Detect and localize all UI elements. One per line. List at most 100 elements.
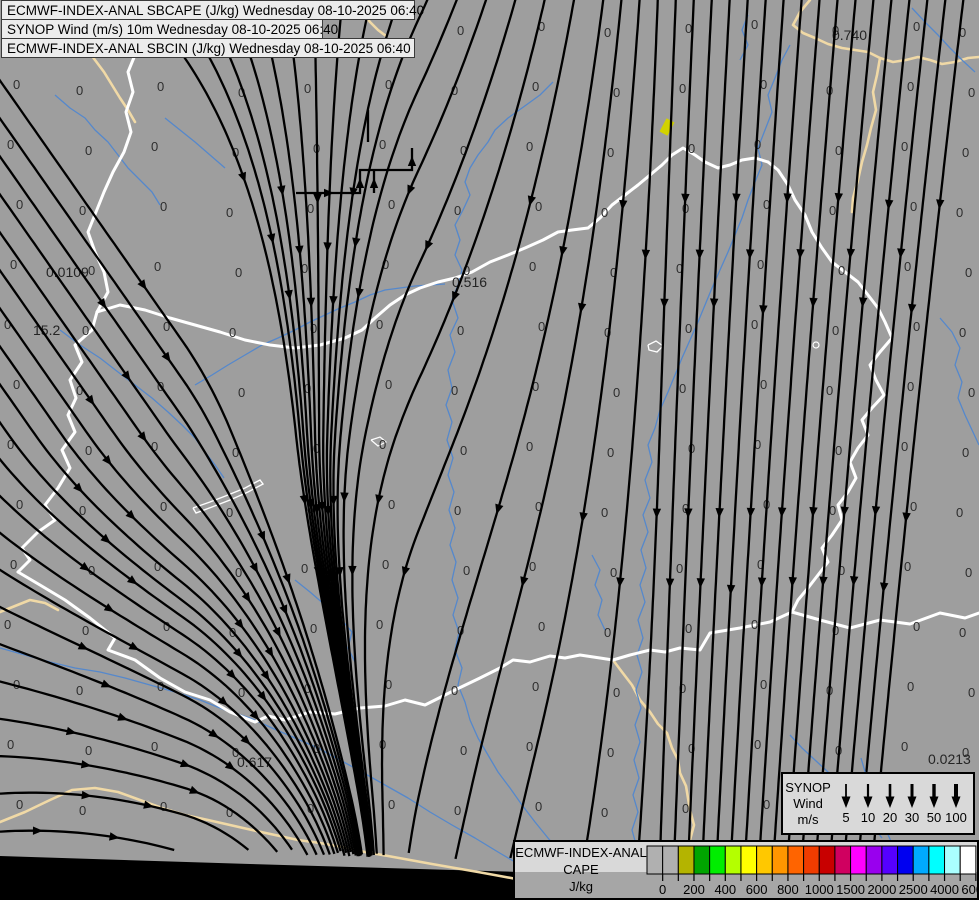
station-zero-label: 0: [607, 745, 614, 760]
station-zero-label: 0: [607, 445, 614, 460]
station-zero-label: 0: [676, 561, 683, 576]
station-zero-label: 0: [529, 559, 536, 574]
station-zero-label: 0: [956, 205, 963, 220]
station-zero-label: 0: [901, 439, 908, 454]
station-zero-label: 0: [538, 619, 545, 634]
cape-scale-cell: [959, 845, 977, 875]
station-zero-label: 0: [838, 263, 845, 278]
station-zero-label: 0: [310, 621, 317, 636]
wind-speed-item: 100: [945, 782, 967, 825]
station-zero-label: 0: [754, 737, 761, 752]
cape-scale-cell: [709, 845, 726, 875]
cape-scale-cell: [912, 845, 930, 875]
wind-speed-legend: SYNOP Wind m/s 5 10 20 30 50 100: [781, 772, 975, 835]
station-zero-label: 0: [904, 559, 911, 574]
cape-scale-cell: [881, 845, 899, 875]
station-zero-label: 0: [388, 197, 395, 212]
station-zero-label: 0: [376, 317, 383, 332]
station-zero-label: 0: [85, 743, 92, 758]
wind-arrow-icon: [929, 784, 939, 808]
station-zero-label: 0: [751, 617, 758, 632]
station-value-label: 0.0213: [928, 751, 971, 767]
station-zero-label: 0: [751, 317, 758, 332]
station-zero-label: 0: [460, 743, 467, 758]
station-zero-label: 0: [76, 83, 83, 98]
station-zero-label: 0: [907, 679, 914, 694]
station-zero-label: 0: [229, 325, 236, 340]
cape-scale-cell: [834, 845, 852, 875]
title-synop-wind: SYNOP Wind (m/s) 10m Wednesday 08-10-202…: [1, 19, 338, 39]
station-zero-label: 0: [968, 85, 975, 100]
wind-arrow-icon: [863, 784, 873, 808]
station-zero-label: 0: [463, 563, 470, 578]
station-zero-label: 0: [13, 77, 20, 92]
wind-legend-title-line: Wind: [793, 795, 823, 811]
wind-speed-item: 20: [879, 782, 901, 825]
station-zero-label: 0: [535, 199, 542, 214]
station-zero-label: 0: [7, 737, 14, 752]
wind-speed-label: 50: [926, 810, 942, 825]
station-zero-label: 0: [962, 445, 969, 460]
station-zero-label: 0: [913, 619, 920, 634]
station-zero-label: 0: [829, 203, 836, 218]
station-zero-label: 0: [688, 141, 695, 156]
cape-scale-cell: [771, 845, 789, 875]
wind-speed-label: 10: [860, 810, 876, 825]
wind-speed-item: 50: [923, 782, 945, 825]
cape-scale-cell: [865, 845, 883, 875]
station-zero-label: 0: [151, 739, 158, 754]
station-zero-label: 0: [751, 17, 758, 32]
station-zero-label: 0: [529, 259, 536, 274]
station-zero-label: 0: [460, 443, 467, 458]
cape-tick-label: 200: [683, 882, 705, 897]
station-zero-label: 0: [154, 259, 161, 274]
wind-speed-label: 20: [882, 810, 898, 825]
station-zero-label: 0: [959, 325, 966, 340]
station-zero-label: 0: [685, 321, 692, 336]
cape-scale-cell: [693, 845, 711, 875]
station-zero-label: 0: [88, 263, 95, 278]
station-zero-label: 0: [613, 85, 620, 100]
cape-legend-title-line: CAPE: [563, 862, 599, 877]
station-zero-label: 0: [901, 139, 908, 154]
station-zero-label: 0: [956, 505, 963, 520]
station-zero-label: 0: [532, 79, 539, 94]
station-zero-label: 0: [962, 145, 969, 160]
station-zero-label: 0: [526, 139, 533, 154]
station-zero-label: 0: [76, 683, 83, 698]
wind-legend-title-line: SYNOP: [785, 779, 831, 795]
station-zero-label: 0: [457, 23, 464, 38]
station-zero-label: 0: [835, 443, 842, 458]
cape-scale-cell: [724, 845, 742, 875]
cape-legend-title-line: ECMWF-INDEX-ANAL: [515, 845, 647, 860]
station-zero-label: 0: [157, 79, 164, 94]
title-sbcape: ECMWF-INDEX-ANAL SBCAPE (J/kg) Wednesday…: [1, 0, 424, 20]
cape-scale-cell: [756, 845, 773, 875]
station-zero-label: 0: [901, 739, 908, 754]
station-zero-label: 0: [235, 265, 242, 280]
wind-arrow-icon: [841, 784, 851, 808]
wind-speed-item: 30: [901, 782, 923, 825]
station-zero-label: 0: [601, 805, 608, 820]
station-zero-label: 0: [757, 257, 764, 272]
wind-speed-item: 5: [835, 782, 857, 825]
cape-color-legend: ECMWF-INDEX-ANAL CAPE J/kg 0 200 400 600 800…: [513, 840, 979, 900]
wind-legend-title: SYNOP Wind m/s: [783, 780, 833, 828]
station-zero-label: 0: [379, 437, 386, 452]
station-zero-label: 0: [532, 679, 539, 694]
station-zero-label: 0: [601, 505, 608, 520]
cape-tick-label: 2000: [867, 882, 896, 897]
station-zero-label: 0: [451, 383, 458, 398]
wind-speed-label: 100: [945, 810, 967, 825]
station-zero-label: 0: [613, 685, 620, 700]
station-zero-label: 0: [16, 797, 23, 812]
cape-scale-cell: [677, 845, 695, 875]
cape-scale-cell: [928, 845, 946, 875]
station-zero-label: 0: [965, 565, 972, 580]
station-zero-label: 0: [160, 499, 167, 514]
wind-arrow-icon: [907, 784, 917, 808]
cape-scale-cell: [740, 845, 758, 875]
wind-legend-title-line: m/s: [797, 811, 819, 827]
cape-scale-cell: [646, 845, 664, 875]
station-zero-label: 0: [376, 617, 383, 632]
